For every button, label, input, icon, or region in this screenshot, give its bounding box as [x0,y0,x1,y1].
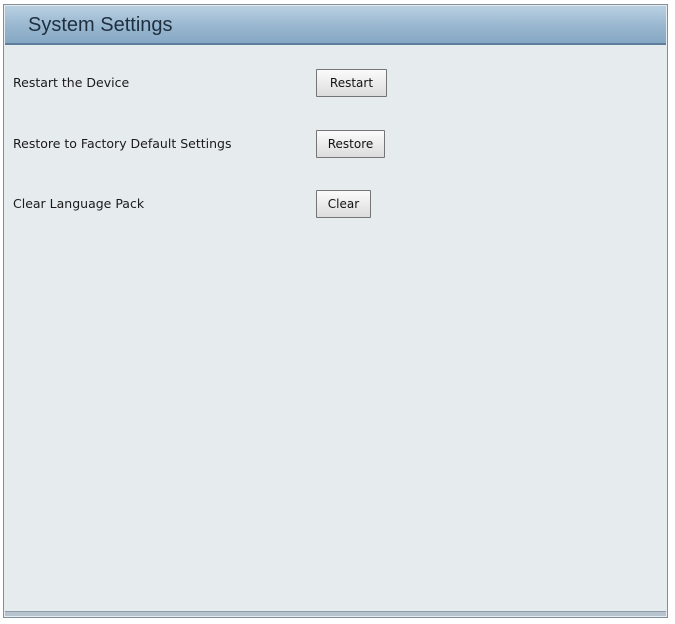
clear-language-pack-label: Clear Language Pack [13,196,145,211]
page-title: System Settings [28,14,173,36]
restore-factory-defaults-label: Restore to Factory Default Settings [13,136,232,151]
panel-bottom-bar [5,611,666,616]
setting-row-clear-language: Clear Language Pack Clear [13,190,653,218]
clear-button[interactable]: Clear [316,190,371,218]
system-settings-panel: System Settings Restart the Device Resta… [3,4,668,618]
setting-row-restore: Restore to Factory Default Settings Rest… [13,130,653,158]
panel-header: System Settings [5,6,666,45]
restart-device-label: Restart the Device [13,75,130,90]
restart-button[interactable]: Restart [316,69,387,97]
restore-button[interactable]: Restore [316,130,385,158]
setting-row-restart: Restart the Device Restart [13,69,653,97]
